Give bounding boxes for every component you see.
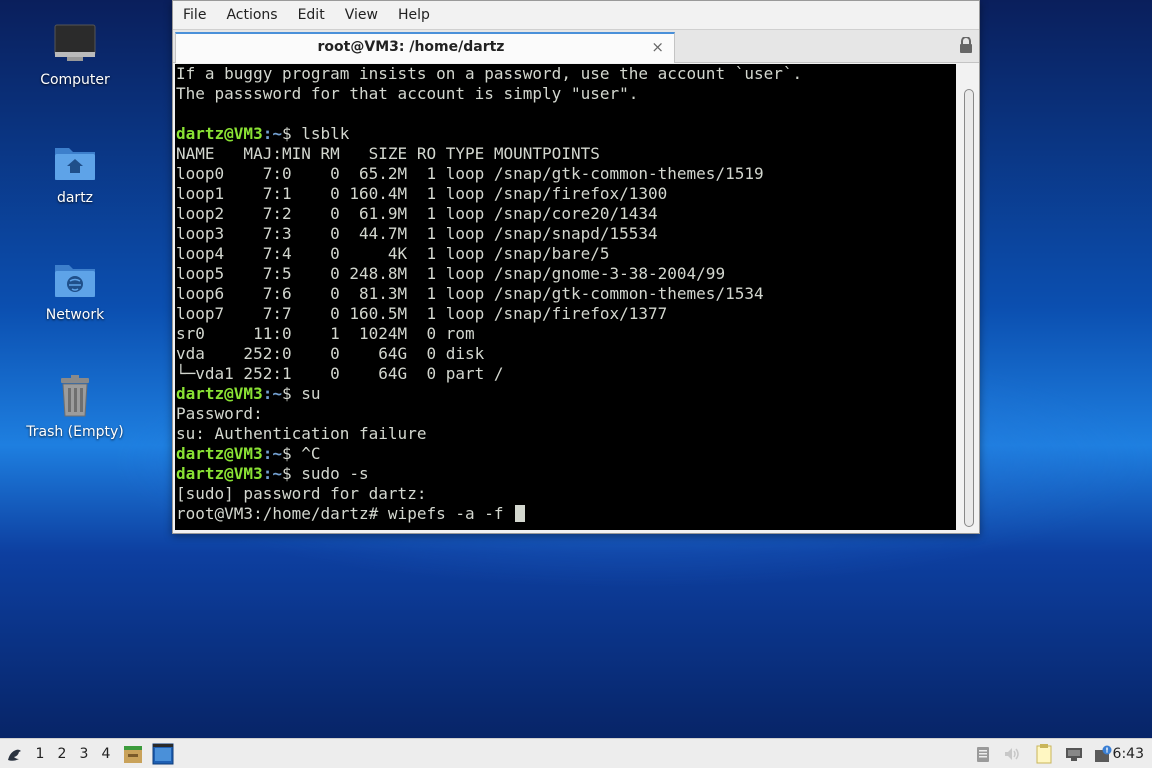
desktop-icon-label: Computer — [40, 72, 110, 88]
terminal-line: └─vda1 252:1 0 64G 0 part / — [176, 364, 504, 383]
file-manager-icon[interactable] — [123, 744, 143, 764]
terminal-line: Password: — [176, 404, 263, 423]
tab-bar: root@VM3: /home/dartz × — [173, 29, 979, 63]
clipboard-icon[interactable] — [974, 745, 992, 763]
trash-icon — [53, 374, 97, 418]
terminal-line: loop3 7:3 0 44.7M 1 loop /snap/snapd/155… — [176, 224, 658, 243]
workspace-4[interactable]: 4 — [96, 739, 116, 768]
terminal-line: [sudo] password for dartz: — [176, 484, 427, 503]
home-folder-icon — [53, 140, 97, 184]
menu-icon[interactable] — [5, 744, 25, 764]
desktop-icon-home[interactable]: dartz — [20, 140, 130, 206]
text-cursor — [515, 505, 526, 522]
menu-file[interactable]: File — [173, 1, 216, 29]
scrollbar[interactable] — [959, 64, 977, 530]
desktop-icon-trash[interactable]: Trash (Empty) — [20, 374, 130, 440]
clock[interactable]: 6:43 — [1113, 739, 1144, 768]
lock-icon[interactable] — [959, 36, 973, 53]
prompt-path: :~ — [262, 384, 282, 403]
workspace-2[interactable]: 2 — [52, 739, 72, 768]
terminal-line: dartz@VM3:~$ su — [176, 384, 956, 404]
terminal-line: dartz@VM3:~$ sudo -s — [176, 464, 956, 484]
taskbar: 1 2 3 4 6:43 — [0, 738, 1152, 768]
menu-help[interactable]: Help — [388, 1, 440, 29]
desktop-icon-label: Trash (Empty) — [26, 424, 124, 440]
workspace-3[interactable]: 3 — [74, 739, 94, 768]
terminal-line: su: Authentication failure — [176, 424, 427, 443]
prompt-user: dartz@VM3 — [176, 464, 263, 483]
notes-icon[interactable] — [1034, 743, 1054, 765]
terminal-line: sr0 11:0 1 1024M 0 rom — [176, 324, 475, 343]
volume-icon[interactable] — [1003, 745, 1021, 763]
terminal-window: File Actions Edit View Help root@VM3: /h… — [172, 0, 980, 534]
menu-edit[interactable]: Edit — [288, 1, 335, 29]
command-text: $ lsblk — [281, 124, 350, 143]
menu-bar: File Actions Edit View Help — [173, 1, 979, 29]
scroll-thumb[interactable] — [964, 89, 974, 527]
computer-icon — [53, 22, 97, 66]
desktop-icon-network[interactable]: Network — [20, 257, 130, 323]
prompt-user: dartz@VM3 — [176, 124, 263, 143]
terminal-line: root@VM3:/home/dartz# wipefs -a -f — [176, 504, 956, 524]
updates-icon[interactable] — [1094, 745, 1112, 763]
command-text: $ ^C — [281, 444, 321, 463]
prompt-path: :~ — [262, 124, 282, 143]
terminal-line: loop6 7:6 0 81.3M 1 loop /snap/gtk-commo… — [176, 284, 764, 303]
terminal-line: loop5 7:5 0 248.8M 1 loop /snap/gnome-3-… — [176, 264, 726, 283]
network-tray-icon[interactable] — [1065, 745, 1083, 763]
terminal-line: NAME MAJ:MIN RM SIZE RO TYPE MOUNTPOINTS — [176, 144, 600, 163]
terminal-line: loop1 7:1 0 160.4M 1 loop /snap/firefox/… — [176, 184, 668, 203]
menu-view[interactable]: View — [335, 1, 388, 29]
desktop-icon-computer[interactable]: Computer — [20, 22, 130, 88]
menu-actions[interactable]: Actions — [216, 1, 287, 29]
terminal-line: vda 252:0 0 64G 0 disk — [176, 344, 485, 363]
desktop-icon-label: Network — [45, 307, 105, 323]
terminal-line: loop2 7:2 0 61.9M 1 loop /snap/core20/14… — [176, 204, 658, 223]
terminal-line: loop0 7:0 0 65.2M 1 loop /snap/gtk-commo… — [176, 164, 764, 183]
terminal-line: loop4 7:4 0 4K 1 loop /snap/bare/5 — [176, 244, 610, 263]
terminal-line: The passsword for that account is simply… — [176, 84, 639, 103]
desktop-icon-label: dartz — [56, 190, 94, 206]
prompt-path: :~ — [262, 464, 282, 483]
terminal-line: dartz@VM3:~$ lsblk — [176, 124, 956, 144]
prompt-user: dartz@VM3 — [176, 384, 263, 403]
prompt-path: :~ — [262, 444, 282, 463]
close-icon[interactable]: × — [651, 34, 664, 61]
terminal-output[interactable]: If a buggy program insists on a password… — [175, 64, 956, 530]
command-text: $ su — [281, 384, 321, 403]
network-folder-icon — [53, 257, 97, 301]
tab-title: root@VM3: /home/dartz — [317, 39, 505, 55]
terminal-line: If a buggy program insists on a password… — [176, 64, 803, 83]
command-text: $ sudo -s — [281, 464, 369, 483]
tab-terminal[interactable]: root@VM3: /home/dartz × — [175, 32, 675, 63]
workspace-1[interactable]: 1 — [30, 739, 50, 768]
terminal-line: dartz@VM3:~$ ^C — [176, 444, 956, 464]
terminal-taskbar-icon[interactable] — [152, 743, 174, 765]
terminal-line: loop7 7:7 0 160.5M 1 loop /snap/firefox/… — [176, 304, 668, 323]
prompt-user: dartz@VM3 — [176, 444, 263, 463]
